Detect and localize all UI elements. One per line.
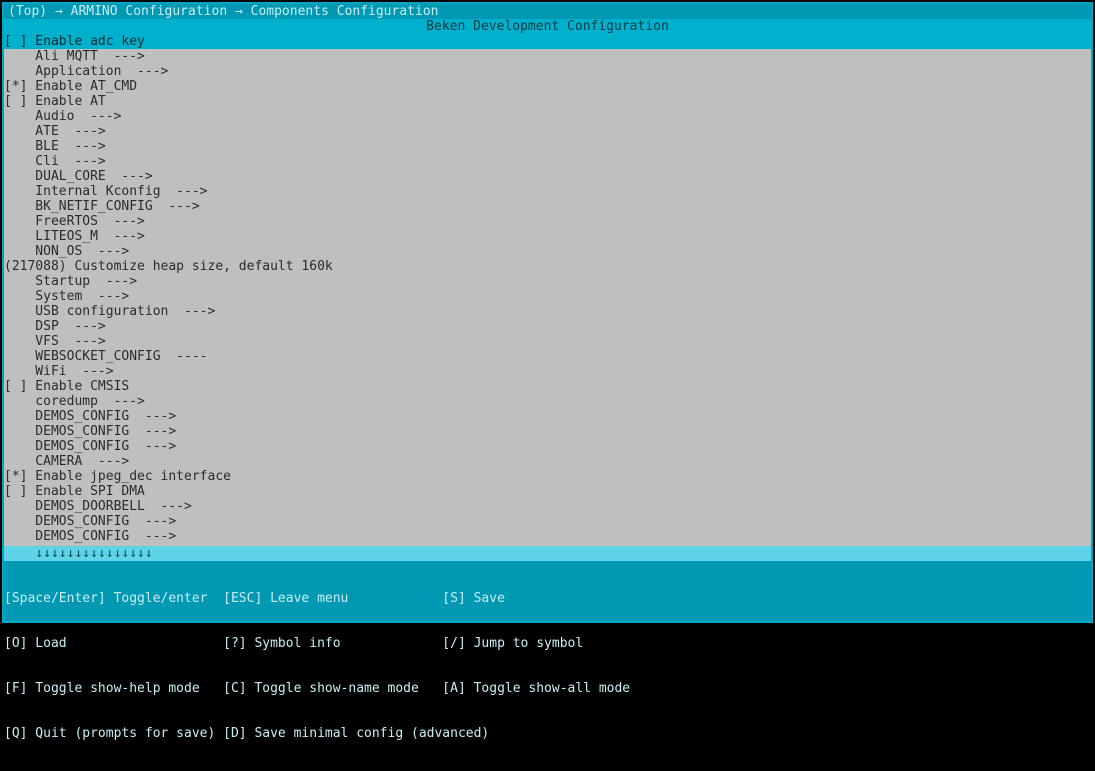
menu-item[interactable]: DSP ---> [4,319,1091,334]
menu-item[interactable]: DEMOS_CONFIG ---> [4,514,1091,529]
scroll-indicator: ↓↓↓↓↓↓↓↓↓↓↓↓↓↓↓ [4,546,1091,561]
menu-item[interactable]: coredump ---> [4,394,1091,409]
menu-item[interactable]: CAMERA ---> [4,454,1091,469]
menu-item[interactable]: System ---> [4,289,1091,304]
help-row: [F] Toggle show-help mode [C] Toggle sho… [4,681,1091,696]
menu-item[interactable]: Cli ---> [4,154,1091,169]
menu-item[interactable]: [ ] Enable adc key [4,34,1091,49]
menu-item[interactable]: [ ] Enable SPI DMA [4,484,1091,499]
menu-item[interactable]: DEMOS_CONFIG ---> [4,409,1091,424]
page-title: Beken Development Configuration [4,19,1091,34]
help-bar: [Space/Enter] Toggle/enter [ESC] Leave m… [4,561,1091,621]
menu-item[interactable]: Startup ---> [4,274,1091,289]
menu-item[interactable]: [*] Enable AT_CMD [4,79,1091,94]
menu-item[interactable]: DEMOS_DOORBELL ---> [4,499,1091,514]
menu-item[interactable]: DUAL_CORE ---> [4,169,1091,184]
menu-item[interactable]: USB configuration ---> [4,304,1091,319]
menu-item[interactable]: (217088) Customize heap size, default 16… [4,259,1091,274]
menu-item[interactable]: DEMOS_CONFIG ---> [4,439,1091,454]
menu-item[interactable]: BLE ---> [4,139,1091,154]
menu-item[interactable]: DEMOS_CONFIG ---> [4,424,1091,439]
help-row: [Q] Quit (prompts for save) [D] Save min… [4,726,1091,741]
menu-item[interactable]: BK_NETIF_CONFIG ---> [4,199,1091,214]
menu-item[interactable]: NON_OS ---> [4,244,1091,259]
menu-item[interactable]: WEBSOCKET_CONFIG ---- [4,349,1091,364]
menu-item[interactable]: [*] Enable jpeg_dec interface [4,469,1091,484]
menu-item[interactable]: Audio ---> [4,109,1091,124]
menu-list[interactable]: [ ] Enable adc key Ali MQTT ---> Applica… [4,34,1091,546]
menu-item[interactable]: [ ] Enable AT [4,94,1091,109]
help-row: [O] Load [?] Symbol info [/] Jump to sym… [4,636,1091,651]
menu-item[interactable]: [ ] Enable CMSIS [4,379,1091,394]
menu-item[interactable]: Ali MQTT ---> [4,49,1091,64]
menu-item[interactable]: LITEOS_M ---> [4,229,1091,244]
window: (Top) → ARMINO Configuration → Component… [2,2,1093,623]
menu-item[interactable]: ATE ---> [4,124,1091,139]
menu-item[interactable]: DEMOS_CONFIG ---> [4,529,1091,544]
menu-item[interactable]: WiFi ---> [4,364,1091,379]
breadcrumb: (Top) → ARMINO Configuration → Component… [4,4,1091,19]
menu-item[interactable]: FreeRTOS ---> [4,214,1091,229]
menu-item[interactable]: Application ---> [4,64,1091,79]
menu-item[interactable]: Internal Kconfig ---> [4,184,1091,199]
help-row: [Space/Enter] Toggle/enter [ESC] Leave m… [4,591,1091,606]
menu-item[interactable]: VFS ---> [4,334,1091,349]
